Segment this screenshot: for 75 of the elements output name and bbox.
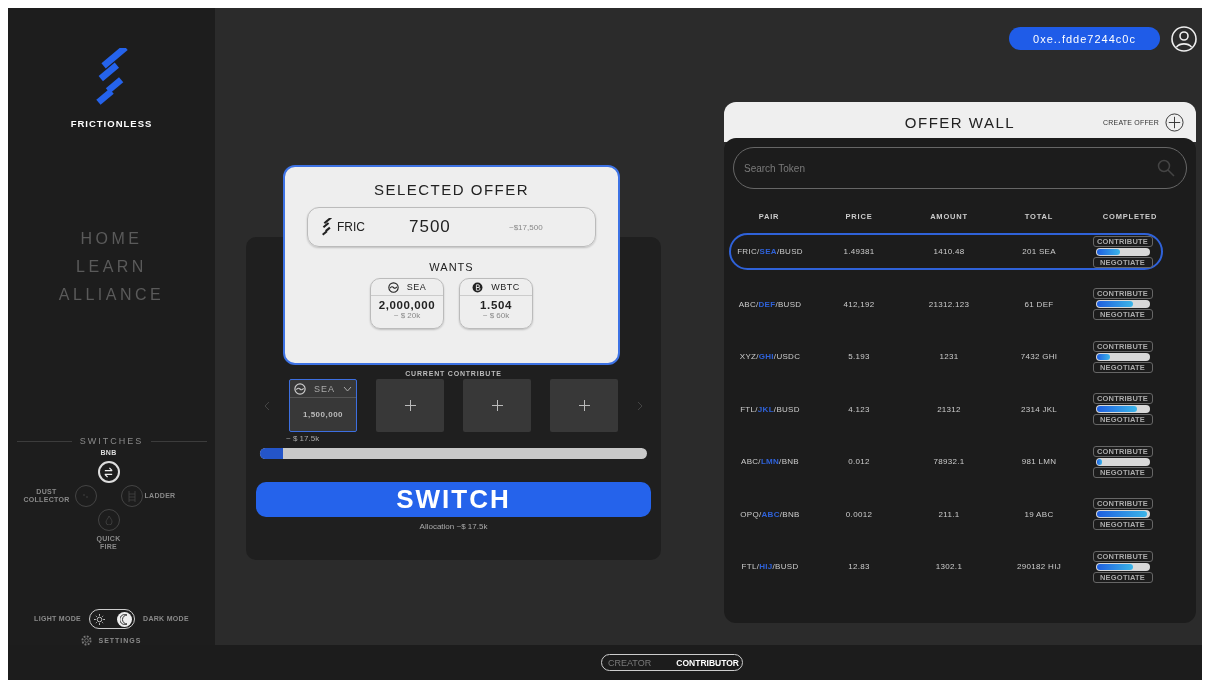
- panel-title: OFFER WALL: [904, 113, 1016, 131]
- add-slot-button[interactable]: [463, 379, 531, 432]
- table-cell-text: 290182 HIJ: [1016, 562, 1062, 571]
- table-cell-text: 0.012: [847, 457, 871, 466]
- table-cell-text: 5.193: [847, 352, 871, 361]
- table-cell-text: 12.83: [847, 562, 871, 571]
- table-cell-text: 2314 JKL: [1019, 404, 1059, 414]
- table-cell-text: ABC/LMN/BNB: [740, 457, 800, 466]
- chevron-right-icon[interactable]: [637, 400, 643, 411]
- ladder-icon: [127, 490, 136, 502]
- plus-icon: [1165, 112, 1184, 132]
- chevron-left-icon[interactable]: [264, 400, 270, 411]
- add-slot-button[interactable]: [376, 379, 444, 432]
- create-offer-button[interactable]: [1165, 112, 1184, 132]
- switch-button[interactable]: SWITCH: [256, 482, 651, 517]
- swap-icon: [103, 466, 114, 478]
- settings-icon[interactable]: [81, 635, 93, 646]
- table-cell-text: XYZ/GHI/USDC: [738, 352, 802, 361]
- caret-icon[interactable]: [343, 385, 352, 392]
- contribution-value: ~ $ 17.5k: [286, 434, 320, 443]
- token-amount: 1,500,000: [302, 410, 344, 419]
- avatar-icon[interactable]: [1171, 25, 1197, 52]
- table-cell-text: 4.123: [847, 404, 871, 414]
- token-amount: 7500: [409, 217, 452, 237]
- table-cell-text: 981 LMN: [1020, 457, 1058, 466]
- token-amount: 1.504: [480, 299, 512, 311]
- table-cell-text: FRIC/SEA/BUSD: [736, 247, 804, 256]
- token-name: SEA: [406, 282, 427, 292]
- table-cell-text: 78932.1: [932, 457, 966, 466]
- table-cell-text: 0.0012: [844, 509, 874, 519]
- token-name: WBTC: [491, 282, 520, 292]
- token-name: SEA: [314, 383, 335, 394]
- brand-name: FRICTIONLESS: [70, 118, 153, 129]
- table-cell-text: 201 SEA: [1021, 247, 1057, 256]
- table-cell-text: 19 ABC: [1023, 509, 1055, 519]
- contribute-slot[interactable]: SEA 1,500,000: [289, 379, 357, 432]
- table-cell-text: 1302.1: [934, 562, 964, 571]
- wanted-token-card[interactable]: WBTC 1.504 ~ $ 60k: [459, 278, 533, 329]
- card-title: SELECTED OFFER: [373, 181, 530, 198]
- token-amount: 2,000,000: [378, 299, 436, 311]
- table-cell-text: 7432 GHI: [1019, 352, 1059, 361]
- table-cell-text: 1.49381: [842, 247, 876, 256]
- wave-coin-icon: [294, 382, 306, 395]
- section-title: SWITCHES: [79, 436, 144, 446]
- plus-icon: [578, 400, 590, 411]
- table-cell-text: OPQ/ABC/BNB: [739, 509, 801, 519]
- section-title: WANTS: [429, 261, 474, 273]
- logo-icon: [320, 217, 334, 237]
- table-cell-text: FTL/HIJ/BUSD: [740, 562, 800, 571]
- table-cell-text: 1231: [938, 352, 960, 361]
- table-cell-text: 1410.48: [932, 247, 966, 256]
- token-name: FRIC: [337, 220, 366, 234]
- table-cell-text: 211.1: [937, 509, 961, 519]
- plus-icon: [491, 400, 503, 411]
- table-cell-text: FTL/JKL/BUSD: [739, 404, 801, 414]
- table-cell-text: 412,192: [842, 299, 876, 309]
- table-cell-text: ABC/DEF/BUSD: [737, 299, 803, 309]
- search-field[interactable]: Search Token: [733, 147, 1187, 189]
- search-icon[interactable]: [1157, 159, 1175, 177]
- role-option[interactable]: CONTRIBUTOR: [676, 657, 739, 668]
- sun-icon: [94, 613, 106, 625]
- moon-icon: [119, 613, 130, 625]
- role-option[interactable]: CREATOR: [608, 657, 652, 668]
- wanted-token-card[interactable]: SEA 2,000,000 ~ $ 20k: [370, 278, 444, 329]
- wallet-button[interactable]: 0xe..fdde7244c0c: [1009, 27, 1160, 50]
- add-slot-button[interactable]: [550, 379, 618, 432]
- flame-icon: [104, 515, 113, 525]
- coin-icon: [472, 281, 484, 293]
- table-cell-text: 21312: [936, 404, 962, 414]
- wave-coin-icon: [387, 281, 399, 293]
- token-value: ~$17,500: [509, 222, 543, 232]
- table-cell-text: 61 DEF: [1023, 299, 1055, 309]
- table-cell-text: 21312.123: [927, 299, 971, 309]
- allocation-text: Allocation ~$ 17.5k: [419, 522, 488, 531]
- plus-icon: [404, 400, 416, 411]
